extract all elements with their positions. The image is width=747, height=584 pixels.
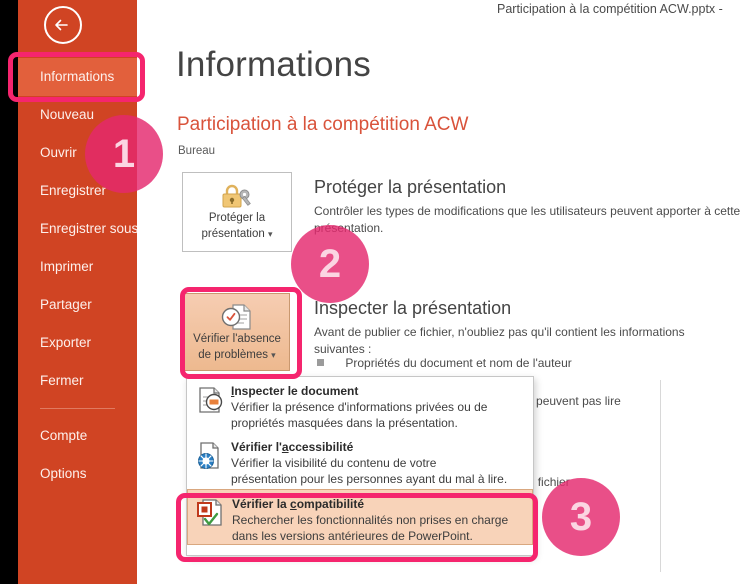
dropdown-item-inspect-document[interactable]: Inspecter le document Vérifier la présen… xyxy=(187,377,533,433)
sidebar-item-label: Nouveau xyxy=(40,107,95,122)
dropdown-item-desc-1: Rechercher les fonctionnalités non prise… xyxy=(232,513,509,527)
sidebar-item-label: Enregistrer sous xyxy=(40,221,139,236)
accessibility-icon xyxy=(195,441,225,471)
dropdown-item-check-accessibility[interactable]: Vérifier l'accessibilité Vérifier la vis… xyxy=(187,433,533,489)
check-for-issues-dropdown: Inspecter le document Vérifier la présen… xyxy=(186,376,534,556)
lock-key-icon xyxy=(183,173,291,209)
check-issues-label-1: Vérifier l'absence xyxy=(193,333,281,345)
sidebar-divider xyxy=(40,408,115,409)
sidebar-item-label: Partager xyxy=(40,297,92,312)
sidebar-item-options[interactable]: Options xyxy=(18,455,137,493)
page-title: Informations xyxy=(176,45,371,84)
back-arrow-icon[interactable] xyxy=(44,6,82,44)
sidebar-item-label: Ouvrir xyxy=(40,145,77,160)
backstage-content: Participation à la compétition ACW.pptx … xyxy=(137,0,747,584)
window-title: Participation à la compétition ACW.pptx … xyxy=(497,2,723,16)
title-pre: Vérifier l' xyxy=(231,440,282,454)
title-post: ompatibilité xyxy=(296,497,365,511)
title-pre: Vérifier la xyxy=(232,497,291,511)
protect-section-body: Contrôler les types de modifications que… xyxy=(314,204,741,235)
inspect-section-heading: Inspecter la présentation xyxy=(314,298,512,318)
dropdown-item-desc-1: Vérifier la visibilité du contenu de vot… xyxy=(231,456,437,470)
protect-section-heading: Protéger la présentation xyxy=(314,177,507,197)
inspect-document-icon xyxy=(195,385,225,415)
left-black-strip xyxy=(0,0,18,584)
sidebar-item-compte[interactable]: Compte xyxy=(18,417,137,455)
inspect-bullet-text: Propriétés du document et nom de l'auteu… xyxy=(345,356,572,370)
dropdown-item-title: Inspecter le document xyxy=(231,383,525,399)
document-location: Bureau xyxy=(178,145,216,157)
title-accel: c xyxy=(290,497,297,511)
dropdown-item-title: Vérifier la compatibilité xyxy=(232,496,524,512)
annotation-circle-1: 1 xyxy=(85,115,163,193)
dropdown-item-desc-2: dans les versions antérieures de PowerPo… xyxy=(232,529,473,543)
sidebar-item-imprimer[interactable]: Imprimer xyxy=(18,248,137,286)
annotation-circle-3: 3 xyxy=(542,478,620,556)
inspect-bullet-row: Propriétés du document et nom de l'auteu… xyxy=(317,356,572,370)
dropdown-item-title: Vérifier l'accessibilité xyxy=(231,439,525,455)
inspect-document-icon xyxy=(185,294,289,330)
sidebar-item-label: Fermer xyxy=(40,373,84,388)
chevron-down-icon[interactable]: ▾ xyxy=(268,229,273,239)
sidebar-item-enregistrer-sous[interactable]: Enregistrer sous xyxy=(18,210,139,248)
annotation-circle-2: 2 xyxy=(291,225,369,303)
content-divider xyxy=(660,380,661,572)
sidebar-item-label: Options xyxy=(40,466,87,481)
protect-button-label-1: Protéger la xyxy=(208,212,266,224)
dropdown-item-desc-2: présentation pour les personnes ayant du… xyxy=(231,472,508,486)
sidebar-item-label: Compte xyxy=(40,428,88,443)
chevron-down-icon[interactable]: ▾ xyxy=(271,350,276,360)
dropdown-item-desc-1: Vérifier la présence d'informations priv… xyxy=(231,400,488,414)
sidebar-item-label: Exporter xyxy=(40,335,92,350)
check-issues-label-2: de problèmes xyxy=(198,349,268,361)
dropdown-item-check-compatibility[interactable]: Vérifier la compatibilité Rechercher les… xyxy=(187,489,533,545)
protect-presentation-button[interactable]: Protéger la présentation ▾ xyxy=(182,172,292,252)
title-post: nspecter le document xyxy=(234,384,359,398)
sidebar-item-exporter[interactable]: Exporter xyxy=(18,324,137,362)
check-for-issues-button[interactable]: Vérifier l'absence de problèmes ▾ xyxy=(184,293,290,371)
sidebar-item-informations[interactable]: Informations xyxy=(18,58,137,96)
protect-button-label-2: présentation xyxy=(201,228,265,240)
sidebar-item-partager[interactable]: Partager xyxy=(18,286,137,324)
backstage-sidebar: Informations Nouveau Ouvrir Enregistrer … xyxy=(18,0,139,584)
title-accel: a xyxy=(281,440,289,454)
inspect-section-body: Avant de publier ce fichier, n'oubliez p… xyxy=(314,325,685,356)
compatibility-check-icon xyxy=(196,498,226,528)
bullet-square-icon xyxy=(317,359,324,366)
sidebar-item-label: Imprimer xyxy=(40,259,94,274)
title-post: ccessibilité xyxy=(288,440,354,454)
dropdown-item-desc-2: propriétés masquées dans la présentation… xyxy=(231,416,458,430)
document-title: Participation à la compétition ACW xyxy=(177,114,469,135)
sidebar-item-label: Informations xyxy=(40,69,115,84)
sidebar-item-fermer[interactable]: Fermer xyxy=(18,362,137,400)
sidebar-item-label: Enregistrer xyxy=(40,183,107,198)
